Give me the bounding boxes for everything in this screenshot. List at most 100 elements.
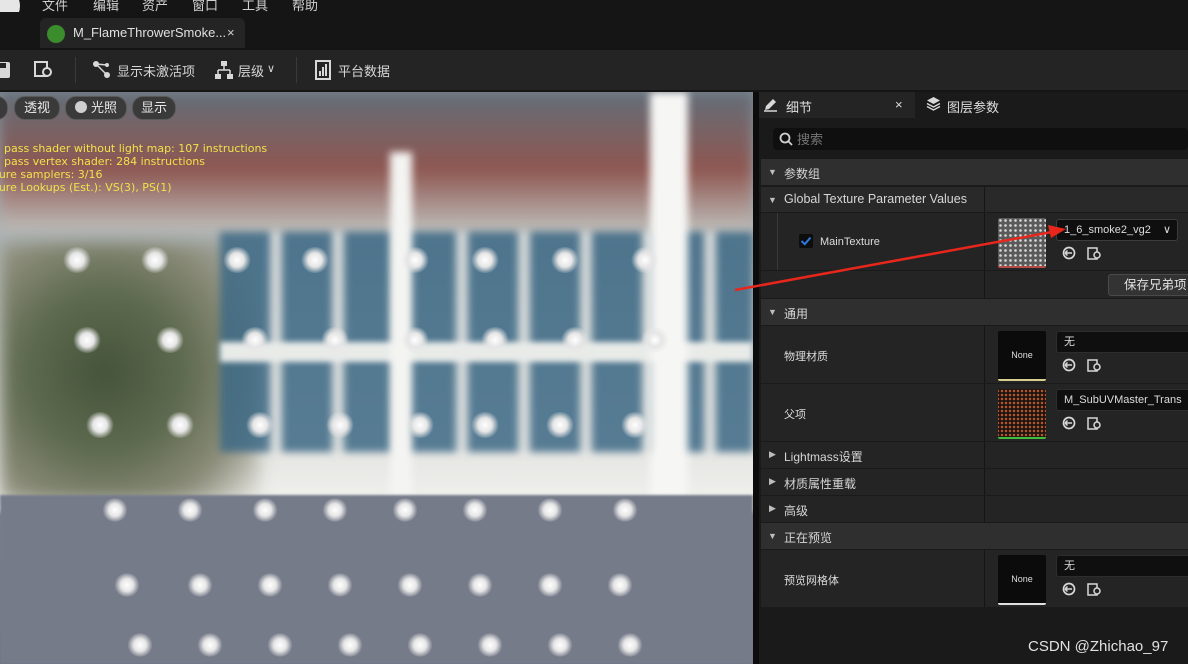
- smoke-puff: [266, 633, 294, 657]
- smoke-puff: [101, 498, 129, 522]
- physical-material-thumbnail[interactable]: None: [998, 331, 1046, 381]
- preview-mesh-label: 预览网格体: [784, 575, 839, 587]
- smoke-puff: [62, 247, 92, 273]
- stat-line: se pass vertex shader: 284 instructions: [0, 155, 206, 168]
- browse-folder-icon[interactable]: [1087, 582, 1101, 596]
- search-icon: [779, 132, 793, 146]
- smoke-puff: [336, 633, 364, 657]
- smoke-puff: [251, 498, 279, 522]
- tab-layer-parameters[interactable]: 图层参数: [947, 97, 999, 116]
- smoke-puff: [325, 412, 355, 438]
- smoke-puff: [396, 573, 424, 597]
- smoke-puff: [72, 327, 102, 353]
- preview-mesh-dropdown[interactable]: 无: [1056, 555, 1188, 577]
- save-icon[interactable]: [0, 60, 14, 80]
- chevron-down-icon[interactable]: ∨: [267, 62, 275, 75]
- section-parameter-groups[interactable]: [761, 159, 1188, 185]
- main-texture-label: MainTexture: [820, 236, 880, 248]
- indent-guide: [777, 213, 778, 270]
- column-split: [984, 187, 985, 212]
- browse-icon[interactable]: [34, 60, 54, 80]
- hierarchy-icon[interactable]: [214, 60, 234, 80]
- physical-material-dropdown[interactable]: 无: [1056, 331, 1188, 353]
- lighting-icon: [74, 101, 87, 113]
- column-split: [984, 271, 985, 298]
- column-split: [984, 469, 985, 495]
- browse-folder-icon[interactable]: [1087, 416, 1101, 430]
- section-general[interactable]: [761, 299, 1188, 325]
- chevron-right-icon[interactable]: ▶: [769, 503, 776, 514]
- smoke-puff: [620, 412, 650, 438]
- asset-tab-title[interactable]: M_FlameThrowerSmoke...: [73, 25, 226, 40]
- pencil-icon: [764, 99, 777, 112]
- main-texture-dropdown[interactable]: 1_6_smoke2_vg2 ∨: [1056, 219, 1178, 241]
- platform-data-button[interactable]: 平台数据: [338, 61, 390, 80]
- tab-details-close-button[interactable]: ×: [895, 97, 903, 112]
- tab-details[interactable]: [759, 92, 915, 118]
- smoke-puff: [400, 247, 430, 273]
- chevron-down-icon[interactable]: ▼: [768, 167, 777, 177]
- checkmark-icon: [800, 236, 812, 246]
- reset-arrow-icon[interactable]: [1062, 358, 1076, 372]
- smoke-puff: [126, 633, 154, 657]
- section-material-overrides-label: 材质属性重载: [784, 477, 857, 491]
- show-inactive-button[interactable]: 显示未激活项: [117, 61, 195, 80]
- shader-stats-overlay: se pass shader without light map: 107 in…: [0, 142, 267, 194]
- smoke-puff: [321, 498, 349, 522]
- smoke-puff: [155, 327, 185, 353]
- parent-dropdown[interactable]: M_SubUVMaster_Trans: [1056, 389, 1188, 411]
- tab-details-label[interactable]: 细节: [786, 97, 812, 116]
- parent-thumbnail[interactable]: [998, 389, 1046, 439]
- hierarchy-dropdown[interactable]: 层级: [238, 61, 264, 80]
- platform-data-icon[interactable]: [314, 60, 334, 80]
- smoke-puff: [466, 573, 494, 597]
- smoke-puff: [545, 412, 575, 438]
- smoke-puff: [405, 412, 435, 438]
- smoke-puff: [550, 247, 580, 273]
- section-advanced[interactable]: [761, 496, 1188, 522]
- smoke-puff: [630, 247, 660, 273]
- show-inactive-icon[interactable]: [92, 60, 112, 80]
- chevron-down-icon[interactable]: ▼: [768, 195, 777, 205]
- lighting-button[interactable]: 光照: [65, 96, 127, 120]
- show-button[interactable]: 显示: [132, 96, 176, 120]
- smoke-puff: [320, 327, 350, 353]
- smoke-puff: [326, 573, 354, 597]
- smoke-puff: [616, 633, 644, 657]
- toolbar-separator: [75, 57, 76, 83]
- chevron-right-icon[interactable]: ▶: [769, 476, 776, 487]
- main-texture-thumbnail[interactable]: [998, 218, 1046, 268]
- reset-arrow-icon[interactable]: [1062, 416, 1076, 430]
- smoke-puff: [461, 498, 489, 522]
- chevron-down-icon[interactable]: ▼: [768, 531, 777, 541]
- smoke-puff: [470, 247, 500, 273]
- asset-tab-close-button[interactable]: ×: [227, 25, 235, 40]
- search-input[interactable]: [797, 131, 1177, 147]
- watermark: CSDN @Zhichao_97: [1028, 638, 1169, 655]
- section-parameter-groups-label: 参数组: [784, 167, 821, 181]
- column-split: [984, 213, 985, 270]
- smoke-puff: [176, 498, 204, 522]
- smoke-puff: [480, 327, 510, 353]
- section-previewing-label: 正在预览: [784, 531, 833, 545]
- smoke-puff: [406, 633, 434, 657]
- column-split: [984, 326, 985, 383]
- reset-arrow-icon[interactable]: [1062, 582, 1076, 596]
- save-sibling-button[interactable]: 保存兄弟项: [1108, 274, 1188, 296]
- smoke-puff: [536, 498, 564, 522]
- section-general-label: 通用: [784, 307, 809, 321]
- reset-arrow-icon[interactable]: [1062, 246, 1076, 260]
- parent-label: 父项: [784, 409, 806, 421]
- smoke-puff: [470, 412, 500, 438]
- browse-folder-icon[interactable]: [1087, 358, 1101, 372]
- section-advanced-label: 高级: [784, 504, 809, 518]
- preview-mesh-thumbnail[interactable]: None: [998, 555, 1046, 605]
- smoke-puff: [476, 633, 504, 657]
- view-mode-button[interactable]: 透视: [14, 96, 60, 120]
- chevron-down-icon[interactable]: ▼: [768, 307, 777, 317]
- main-texture-checkbox[interactable]: [799, 234, 813, 248]
- chevron-right-icon[interactable]: ▶: [769, 449, 776, 460]
- smoke-puff: [300, 247, 330, 273]
- browse-folder-icon[interactable]: [1087, 246, 1101, 260]
- smoke-puff: [640, 327, 670, 353]
